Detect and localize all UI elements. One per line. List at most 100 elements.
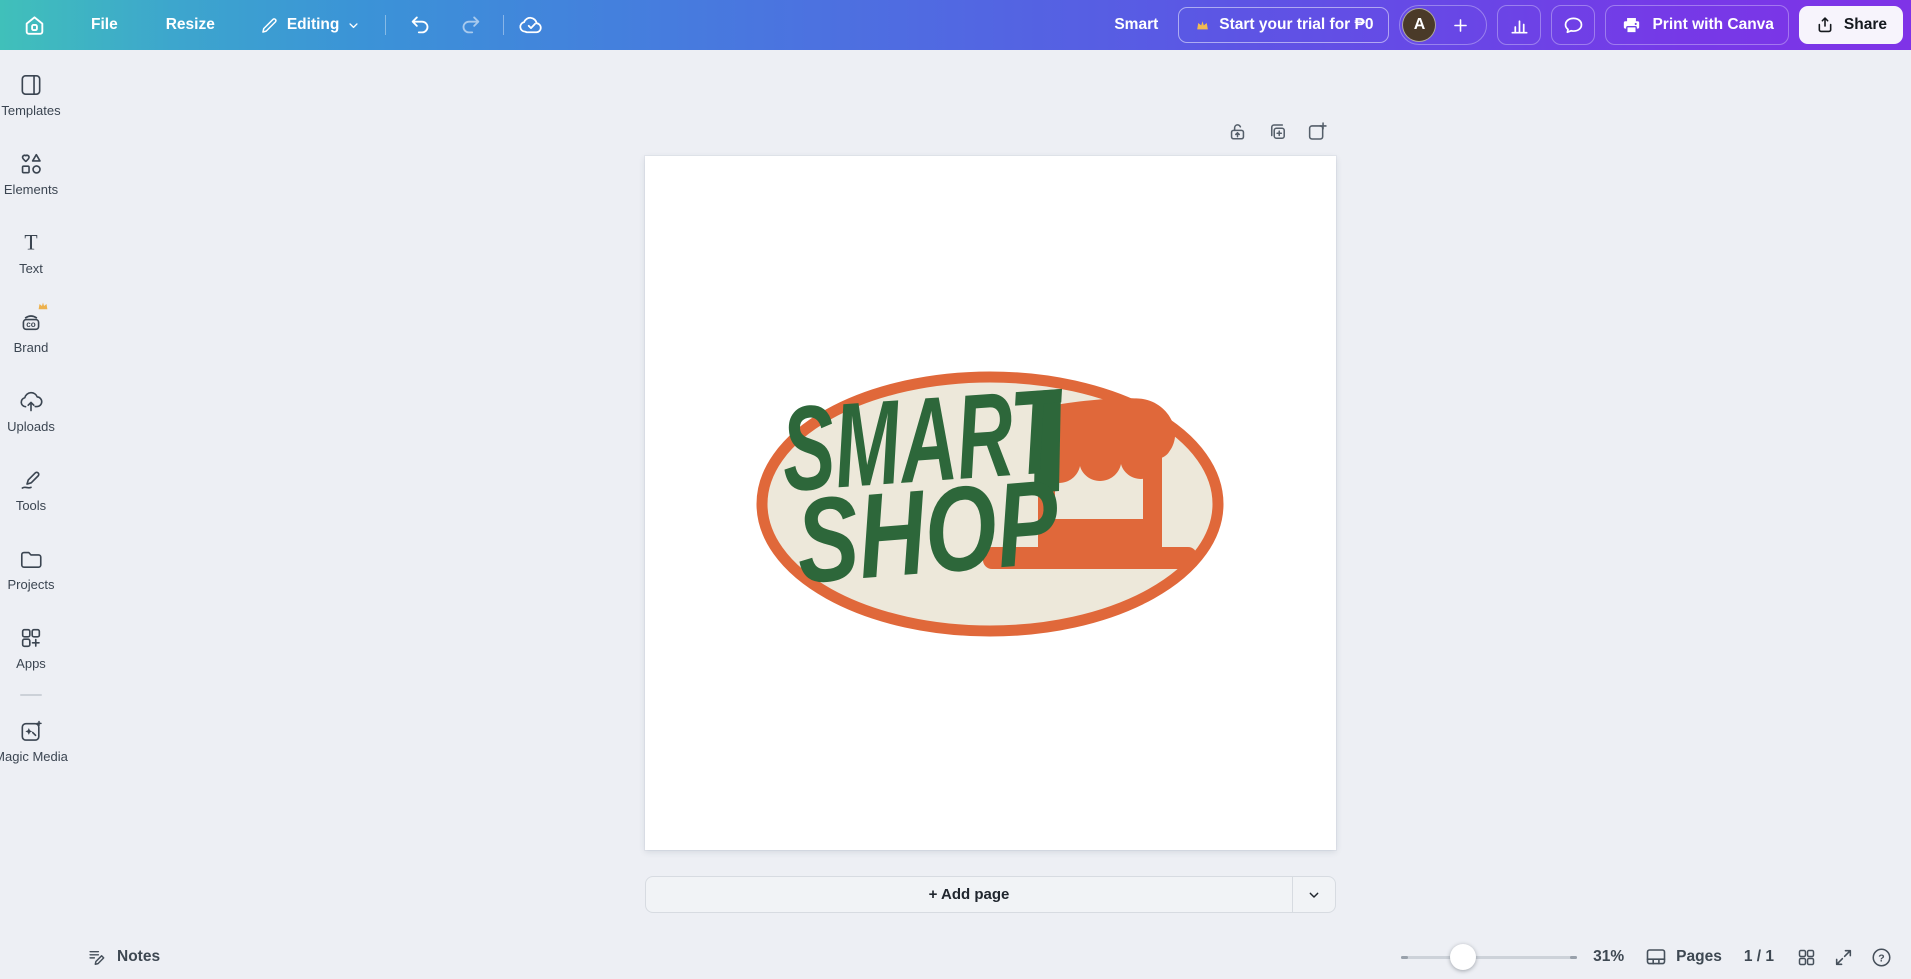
sidebar-item-label: Elements — [3, 182, 59, 197]
print-with-canva-button[interactable]: Print with Canva — [1605, 5, 1789, 45]
notes-icon — [86, 946, 108, 968]
home-button[interactable] — [16, 12, 53, 39]
svg-text:co: co — [26, 320, 36, 329]
share-upload-icon — [1815, 15, 1835, 35]
add-page-icon[interactable] — [1306, 120, 1329, 143]
elements-icon — [18, 151, 44, 177]
zoom-slider[interactable] — [1401, 944, 1578, 970]
toolbar-right-group: Smart Start your trial for ₱0 A Print wi… — [1114, 5, 1911, 45]
text-icon: T — [18, 230, 44, 256]
add-page-bar: + Add page — [645, 876, 1336, 913]
sidebar-item-tools[interactable]: Tools — [0, 455, 62, 534]
sidebar-item-label: Brand — [13, 340, 49, 355]
upload-cloud-icon — [18, 388, 44, 414]
notes-label: Notes — [117, 948, 161, 965]
add-page-more-button[interactable] — [1292, 877, 1335, 912]
crown-badge-icon — [36, 299, 50, 313]
design-title[interactable]: Smart — [1114, 16, 1158, 34]
cloud-saved-icon — [519, 13, 544, 38]
help-icon[interactable]: ? — [1870, 946, 1893, 969]
start-trial-button[interactable]: Start your trial for ₱0 — [1178, 7, 1390, 43]
undo-button[interactable] — [403, 13, 438, 38]
status-bar: Notes 31% Pages 1 / 1 ? — [0, 935, 1911, 979]
sidebar-item-label: Uploads — [7, 419, 55, 434]
printer-icon — [1620, 14, 1643, 37]
insights-button[interactable] — [1497, 5, 1542, 45]
crown-icon — [1194, 17, 1211, 34]
chevron-down-icon — [1306, 887, 1322, 903]
duplicate-page-icon[interactable] — [1266, 120, 1289, 143]
page-indicator: 1 / 1 — [1743, 948, 1774, 965]
zoom-slider-track[interactable] — [1401, 956, 1578, 959]
bar-chart-icon — [1508, 14, 1531, 37]
redo-icon — [459, 14, 482, 37]
design-page[interactable]: SMART SHOP — [645, 156, 1336, 850]
toolbar-divider — [503, 15, 505, 35]
sidebar-item-templates[interactable]: Templates — [0, 60, 62, 139]
notes-button[interactable]: Notes — [86, 946, 160, 968]
top-toolbar: File Resize Editing Smart Start your tri… — [0, 0, 1911, 50]
sidebar-divider — [20, 694, 42, 696]
account-pill: A — [1399, 5, 1488, 45]
sidebar-item-label: Templates — [1, 103, 61, 118]
sidebar-item-projects[interactable]: Projects — [0, 534, 62, 613]
zoom-slider-thumb[interactable] — [1449, 944, 1476, 970]
smart-shop-logo[interactable]: SMART SHOP — [755, 371, 1225, 641]
file-menu-label: File — [91, 16, 118, 33]
magic-media-icon — [18, 718, 44, 744]
plus-icon — [1451, 16, 1470, 35]
file-menu-button[interactable]: File — [85, 15, 124, 35]
zoom-slider-min-tick — [1401, 956, 1409, 959]
sidebar-item-apps[interactable]: Apps — [0, 613, 62, 692]
sidebar-item-magic-media[interactable]: Magic Media — [0, 706, 68, 785]
undo-icon — [409, 14, 432, 37]
sidebar-item-label: Magic Media — [0, 749, 68, 764]
sidebar-rail: Templates Elements T Text co Brand Uploa… — [0, 50, 68, 785]
resize-label: Resize — [165, 16, 215, 33]
zoom-percent[interactable]: 31% — [1593, 948, 1624, 966]
pen-tools-icon — [18, 467, 44, 493]
zoom-slider-max-tick — [1570, 956, 1578, 959]
home-icon — [22, 13, 47, 38]
logo-text: SMART SHOP — [777, 371, 1069, 609]
templates-icon — [18, 72, 44, 98]
sidebar-item-brand[interactable]: co Brand — [0, 297, 62, 376]
status-bar-right: 31% Pages 1 / 1 ? — [1401, 944, 1911, 970]
pencil-icon — [259, 15, 280, 36]
sidebar-item-text[interactable]: T Text — [0, 218, 62, 297]
add-page-label: + Add page — [928, 886, 1010, 903]
logo-word-2: SHOP — [792, 455, 1064, 609]
toolbar-left-group: File Resize Editing — [0, 12, 544, 39]
editing-mode-label: Editing — [286, 16, 340, 33]
print-with-canva-label: Print with Canva — [1652, 16, 1774, 33]
canva-editor: File Resize Editing Smart Start your tri… — [0, 0, 1911, 979]
comments-button[interactable] — [1551, 5, 1596, 45]
sidebar-item-label: Text — [19, 261, 43, 276]
avatar[interactable]: A — [1402, 8, 1437, 42]
redo-button[interactable] — [453, 13, 488, 38]
resize-button[interactable]: Resize — [160, 15, 221, 35]
unlock-icon[interactable] — [1226, 120, 1249, 143]
sidebar-item-label: Projects — [7, 577, 55, 592]
svg-text:T: T — [24, 231, 37, 255]
pages-icon — [1644, 945, 1668, 969]
add-member-button[interactable] — [1445, 15, 1476, 36]
pages-button[interactable]: Pages — [1644, 945, 1722, 969]
sidebar-item-elements[interactable]: Elements — [0, 139, 62, 218]
grid-view-icon[interactable] — [1796, 947, 1817, 968]
sidebar-item-label: Apps — [16, 656, 46, 671]
sidebar-item-uploads[interactable]: Uploads — [0, 376, 62, 455]
pages-label: Pages — [1676, 948, 1722, 965]
editing-mode-button[interactable]: Editing — [253, 14, 368, 37]
toolbar-divider — [385, 15, 387, 35]
folder-icon — [18, 546, 44, 572]
avatar-initial: A — [1413, 16, 1426, 33]
svg-text:?: ? — [1878, 952, 1884, 964]
share-button[interactable]: Share — [1798, 6, 1903, 44]
start-trial-label: Start your trial for ₱0 — [1219, 16, 1374, 33]
comment-bubble-icon — [1562, 14, 1585, 37]
fullscreen-icon[interactable] — [1833, 947, 1854, 968]
share-label: Share — [1843, 16, 1887, 33]
page-controls — [1226, 120, 1329, 143]
add-page-button[interactable]: + Add page — [646, 877, 1292, 912]
